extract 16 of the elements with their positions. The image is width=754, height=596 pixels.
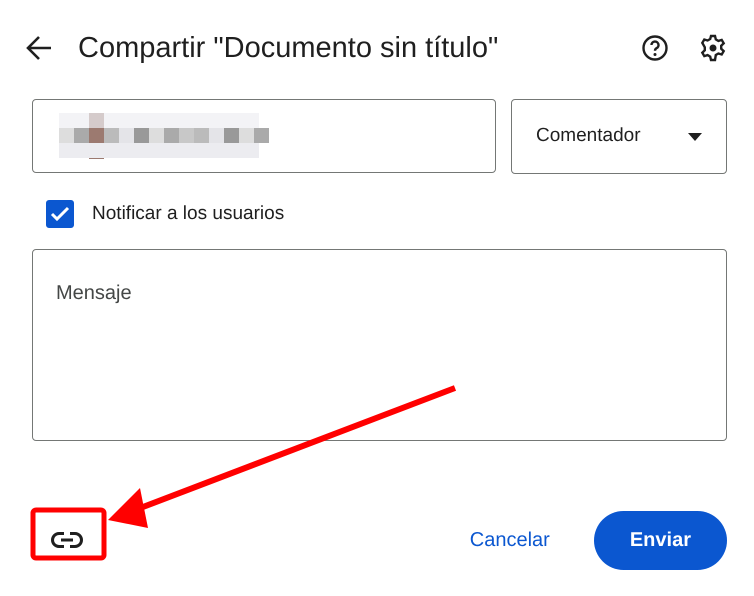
- settings-icon: [699, 34, 727, 62]
- dialog-title: Compartir "Documento sin título": [78, 31, 498, 66]
- send-button[interactable]: Enviar: [594, 510, 727, 570]
- dropdown-caret-icon: [688, 132, 702, 140]
- cancel-button[interactable]: Cancelar: [446, 513, 574, 567]
- checkmark-icon: [50, 206, 70, 222]
- back-arrow-icon: [25, 35, 53, 61]
- help-button[interactable]: [641, 34, 669, 62]
- help-icon: [641, 34, 669, 62]
- role-dropdown[interactable]: Comentador: [511, 99, 727, 174]
- link-icon: [51, 531, 83, 549]
- message-field[interactable]: Mensaje: [32, 248, 727, 440]
- notify-checkbox[interactable]: [46, 200, 74, 228]
- recipient-field[interactable]: [32, 99, 496, 173]
- notify-label: Notificar a los usuarios: [92, 202, 284, 226]
- settings-button[interactable]: [699, 34, 727, 62]
